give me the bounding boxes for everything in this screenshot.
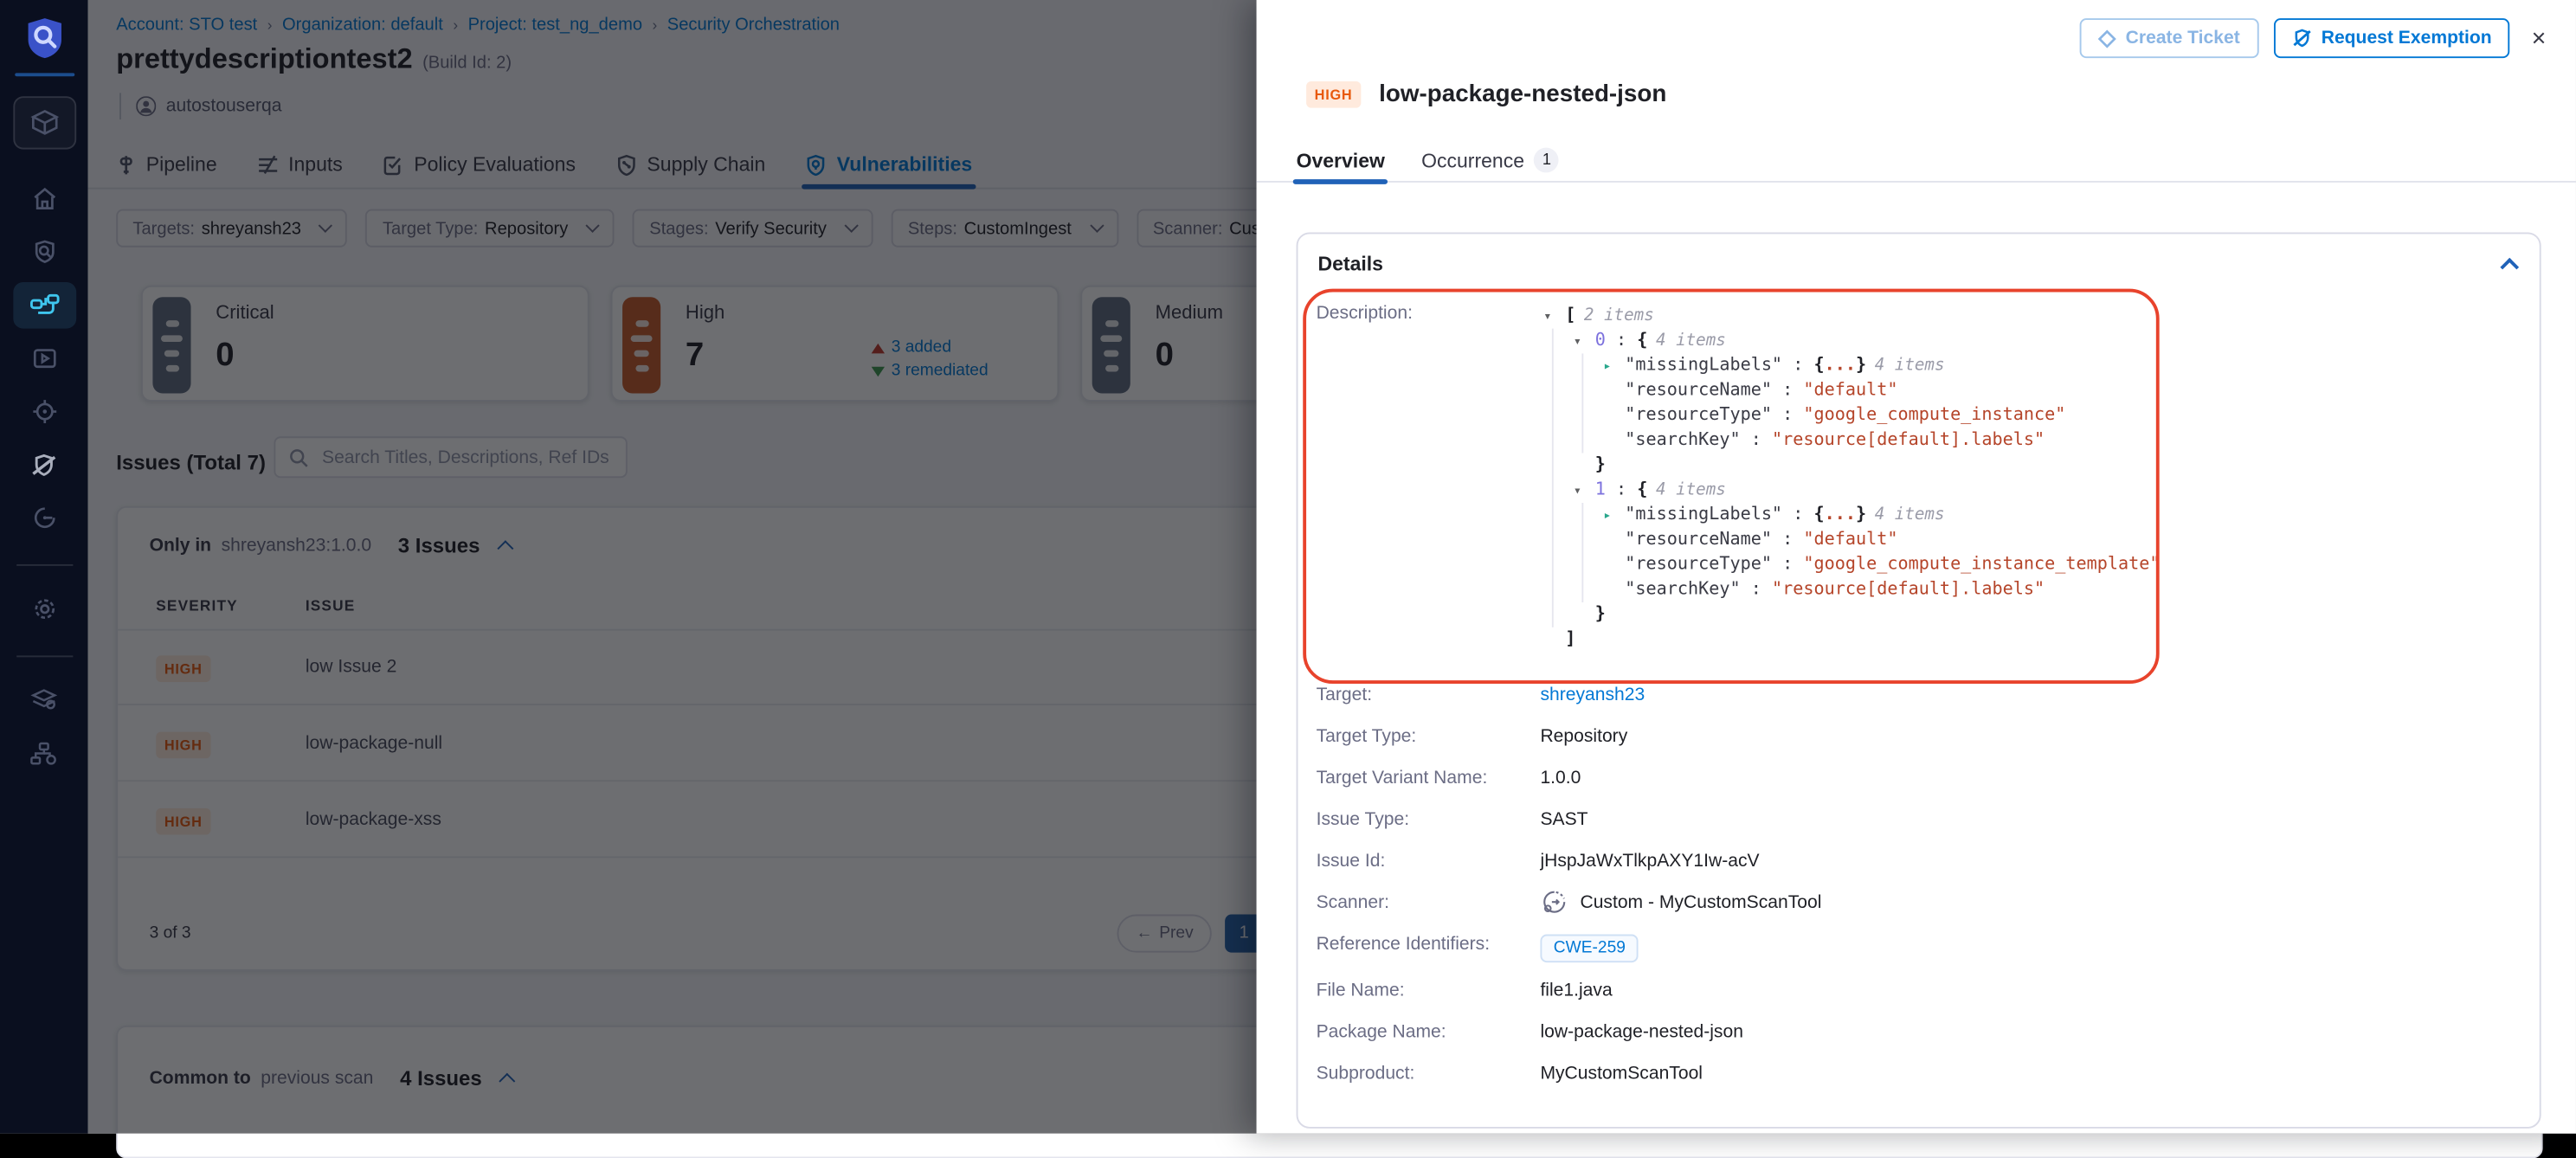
field-target: Target: shreyansh23 xyxy=(1317,685,2523,709)
issue-details-drawer: Create Ticket Request Exemption × HIGH l… xyxy=(1257,0,2576,1134)
detail-fields: Target: shreyansh23 Target Type: Reposit… xyxy=(1317,685,2523,1105)
default-settings-layers-icon[interactable] xyxy=(12,677,75,724)
field-reference-identifiers: Reference Identifiers: CWE-259 xyxy=(1317,935,2523,963)
sidebar-divider xyxy=(14,73,74,76)
left-nav-sidebar xyxy=(0,0,88,1134)
details-heading: Details xyxy=(1317,252,1382,275)
exemption-shield-slash-icon xyxy=(2291,29,2311,48)
custom-scanner-icon xyxy=(1540,888,1568,917)
collapse-chevron-up-icon[interactable] xyxy=(2500,258,2519,277)
target-link[interactable]: shreyansh23 xyxy=(1540,685,1645,705)
description-row: Description: ▾[2 items ▾0 : {4 items ▸"m… xyxy=(1317,304,2161,653)
ticket-settings-icon[interactable] xyxy=(12,494,75,541)
expand-arrow-icon[interactable]: ▾ xyxy=(1574,329,1581,354)
expand-arrow-icon[interactable]: ▾ xyxy=(1543,304,1551,329)
request-exemption-button[interactable]: Request Exemption xyxy=(2273,18,2510,58)
cwe-tag[interactable]: CWE-259 xyxy=(1540,935,1639,963)
governance-hierarchy-icon[interactable] xyxy=(12,730,75,777)
home-icon[interactable] xyxy=(12,176,75,222)
collapsed-arrow-icon[interactable]: ▸ xyxy=(1603,503,1611,528)
field-target-type: Target Type: Repository xyxy=(1317,727,2523,750)
module-selector-icon[interactable] xyxy=(12,96,75,149)
severity-badge: HIGH xyxy=(1306,81,1361,108)
json-tree-viewer[interactable]: ▾[2 items ▾0 : {4 items ▸"missingLabels"… xyxy=(1540,304,2160,653)
create-ticket-button[interactable]: Create Ticket xyxy=(2079,18,2258,58)
expand-arrow-icon[interactable]: ▾ xyxy=(1574,478,1581,503)
field-target-variant-name: Target Variant Name: 1.0.0 xyxy=(1317,769,2523,792)
harness-sto-logo-icon[interactable] xyxy=(19,13,69,63)
field-package-name: Package Name: low-package-nested-json xyxy=(1317,1022,2523,1045)
field-issue-id: Issue Id: jHspJaWxTlkpAXY1Iw-acV xyxy=(1317,852,2523,875)
overview-scan-icon[interactable] xyxy=(12,229,75,276)
settings-gear-icon[interactable] xyxy=(12,586,75,633)
field-label: Description: xyxy=(1317,304,1541,653)
occurrence-count-badge: 1 xyxy=(1535,148,1560,173)
field-scanner: Scanner: Custom - MyCustomScanTool xyxy=(1317,893,2523,917)
field-file-name: File Name: file1.java xyxy=(1317,981,2523,1004)
tab-overview[interactable]: Overview xyxy=(1297,139,1385,181)
collapsed-arrow-icon[interactable]: ▸ xyxy=(1603,353,1611,378)
sidebar-divider xyxy=(16,655,72,657)
field-issue-type: Issue Type: SAST xyxy=(1317,810,2523,833)
test-targets-icon[interactable] xyxy=(12,389,75,435)
executions-icon[interactable] xyxy=(12,335,75,382)
field-subproduct: Subproduct: MyCustomScanTool xyxy=(1317,1064,2523,1087)
issue-title: low-package-nested-json xyxy=(1379,81,1666,108)
app-viewport: Account: STO test › Organization: defaul… xyxy=(0,0,2576,1134)
drawer-tabs: Overview Occurrence 1 xyxy=(1257,139,2576,183)
pipelines-icon[interactable] xyxy=(12,282,75,329)
exemptions-icon[interactable] xyxy=(12,441,75,488)
sidebar-divider xyxy=(16,564,72,566)
close-icon[interactable]: × xyxy=(2532,26,2547,51)
ticket-diamond-icon xyxy=(2097,29,2116,48)
tab-occurrence[interactable]: Occurrence 1 xyxy=(1421,139,1559,181)
details-card: Details Description: ▾[2 items ▾0 : {4 i… xyxy=(1297,232,2541,1128)
